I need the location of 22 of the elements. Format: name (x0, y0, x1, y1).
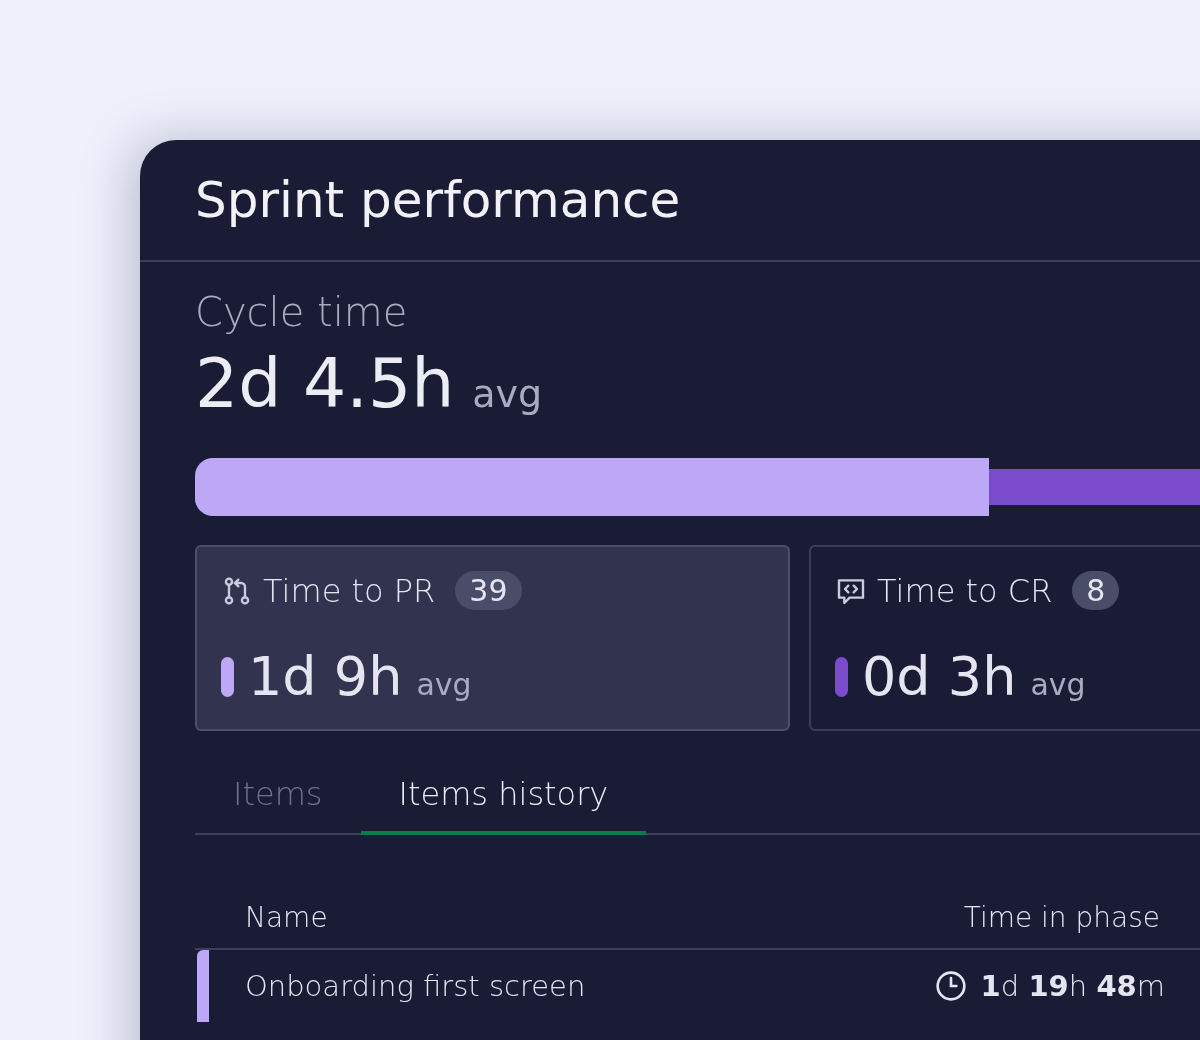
metric-unit: avg (472, 372, 543, 416)
metric-value: 2d 4.5h (195, 350, 455, 418)
card-value: 1d 9h (248, 650, 403, 704)
count-badge: 39 (455, 571, 522, 610)
card-title: Time to CR (877, 571, 1053, 610)
table-row[interactable]: Onboarding first screen 1d 19h 48m (195, 950, 1200, 1022)
tab[interactable]: Items (195, 761, 361, 835)
card-title: Time to PR (263, 571, 436, 610)
table-cell-text: Onboarding first screen (245, 969, 587, 1003)
metric-card[interactable]: Time to PR 39 1d 9h avg (195, 545, 790, 731)
card-value: 0d 3h (862, 650, 1017, 704)
metric-card[interactable]: Time to CR 8 0d 3h avg (809, 545, 1200, 731)
metric-label: Cycle time (195, 292, 409, 332)
count-badge: 8 (1072, 571, 1120, 610)
table-cell: 1d 19h 48m (980, 969, 1165, 1003)
column-header: Time in phase (963, 901, 1160, 934)
panel-title: Sprint performance (195, 171, 681, 229)
column-header: Name (245, 901, 328, 934)
card-unit: avg (1030, 667, 1086, 702)
clock-icon (934, 970, 967, 1002)
tab[interactable]: Items history (360, 761, 647, 835)
card-unit: avg (416, 667, 472, 702)
